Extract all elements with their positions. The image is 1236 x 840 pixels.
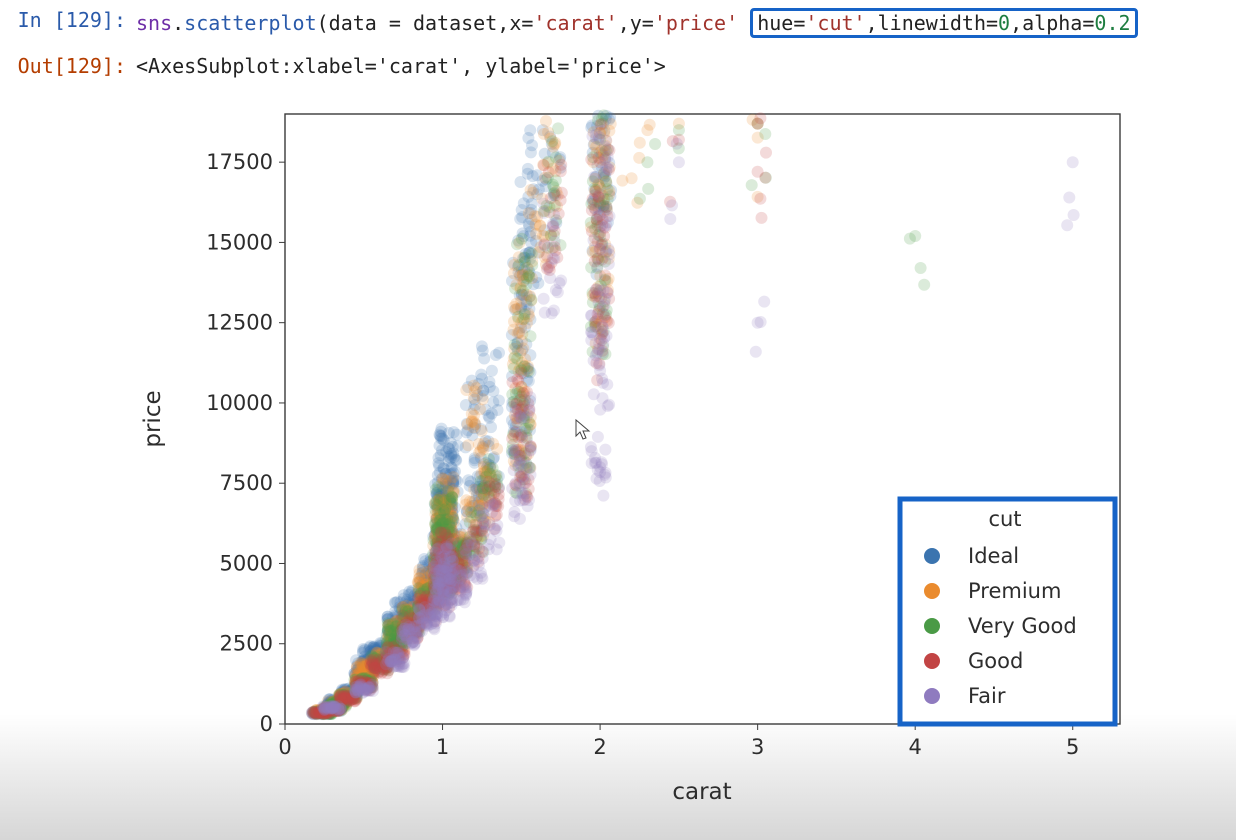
arg-alpha-v: 0.2 — [1094, 11, 1130, 35]
arg-data-k: data — [329, 11, 377, 35]
legend-title: cut — [988, 507, 1021, 531]
x-axis: 0 1 2 3 4 5 — [278, 724, 1079, 759]
code-func: scatterplot — [184, 11, 316, 35]
code-dot: . — [172, 11, 184, 35]
y-tick-label: 15000 — [206, 230, 273, 254]
input-prompt: In [129]: — [6, 8, 136, 32]
output-cell: Out[129]: <AxesSubplot:xlabel='carat', y… — [0, 46, 1236, 86]
x-tick-label: 1 — [436, 735, 449, 759]
legend-label: Very Good — [968, 614, 1077, 638]
arg-y-v: 'price' — [654, 11, 738, 35]
y-tick-label: 7500 — [220, 471, 273, 495]
legend-marker — [924, 583, 940, 599]
legend-label: Fair — [968, 684, 1006, 708]
x-axis-label: carat — [672, 779, 731, 805]
input-cell: In [129]: sns.scatterplot(data = dataset… — [0, 0, 1236, 46]
arg-x-v: 'carat' — [533, 11, 617, 35]
y-tick-label: 10000 — [206, 391, 273, 415]
highlighted-args: hue='cut',linewidth=0,alpha=0.2 — [750, 8, 1137, 38]
y-axis-label: price — [140, 390, 166, 447]
x-tick-label: 0 — [278, 735, 291, 759]
x-tick-label: 2 — [593, 735, 606, 759]
arg-alpha-k: alpha — [1022, 11, 1082, 35]
arg-hue-k: hue — [757, 11, 793, 35]
code-open: ( — [317, 11, 329, 35]
arg-lw-k: linewidth — [878, 11, 986, 35]
legend: cut Ideal Premium Very Good Good Fair — [900, 499, 1115, 724]
y-tick-label: 0 — [260, 712, 273, 736]
x-tick-label: 3 — [751, 735, 764, 759]
chart-output: 0 1 2 3 4 5 0 2500 5000 7500 10000 12500 15000 17500… — [0, 94, 1236, 819]
arg-x-k: x — [509, 11, 521, 35]
scatter-plot: 0 1 2 3 4 5 0 2500 5000 7500 10000 12500 15000 17500… — [130, 94, 1130, 814]
x-tick-label: 5 — [1066, 735, 1079, 759]
legend-label: Good — [968, 649, 1023, 673]
code-lib: sns — [136, 11, 172, 35]
y-tick-label: 12500 — [206, 311, 273, 335]
output-text: <AxesSubplot:xlabel='carat', ylabel='pri… — [136, 54, 666, 78]
arg-data-v: dataset — [413, 11, 497, 35]
legend-marker — [924, 618, 940, 634]
legend-label: Premium — [968, 579, 1061, 603]
legend-label: Ideal — [968, 544, 1019, 568]
legend-marker — [924, 688, 940, 704]
code-line[interactable]: sns.scatterplot(data = dataset,x='carat'… — [136, 8, 1138, 38]
arg-y-k: y — [630, 11, 642, 35]
arg-lw-v: 0 — [998, 11, 1010, 35]
output-prompt: Out[129]: — [6, 54, 136, 78]
y-tick-label: 17500 — [206, 150, 273, 174]
arg-hue-v: 'cut' — [805, 11, 865, 35]
x-tick-label: 4 — [909, 735, 922, 759]
y-tick-label: 2500 — [220, 632, 273, 656]
y-axis: 0 2500 5000 7500 10000 12500 15000 17500 — [206, 150, 285, 736]
y-tick-label: 5000 — [220, 551, 273, 575]
legend-marker — [924, 548, 940, 564]
legend-marker — [924, 653, 940, 669]
